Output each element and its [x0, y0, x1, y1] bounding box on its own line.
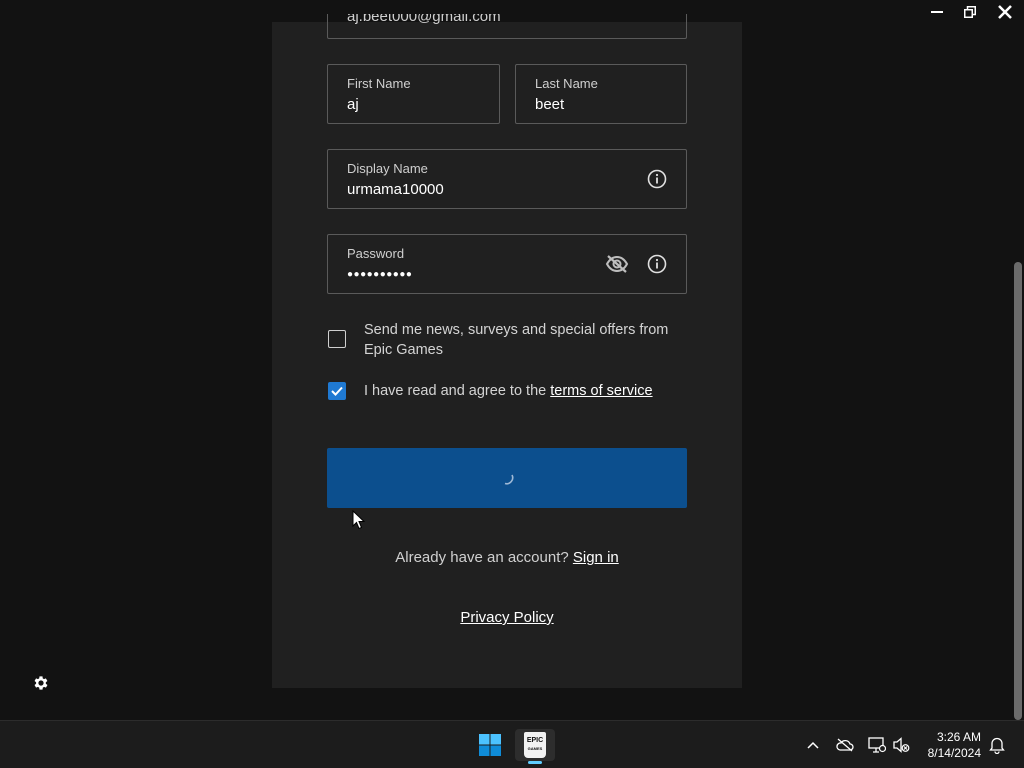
start-button[interactable]	[474, 729, 506, 761]
spinner-icon	[504, 474, 514, 485]
display-name-value: urmama10000	[347, 181, 444, 198]
volume-tray[interactable]	[891, 735, 911, 755]
email-value: aj.beet000@gmail.com	[347, 14, 501, 25]
info-icon	[647, 169, 667, 189]
restore-icon	[963, 6, 976, 18]
password-info-button[interactable]	[645, 252, 669, 276]
epic-games-icon: EPIC GAMES	[524, 732, 546, 758]
terms-row: I have read and agree to the terms of se…	[328, 381, 704, 401]
scrollbar-thumb[interactable]	[1014, 262, 1022, 720]
display-name-field[interactable]: Display Name urmama10000	[327, 149, 687, 209]
taskbar-epic-games[interactable]: EPIC GAMES	[515, 729, 555, 761]
privacy-policy-row: Privacy Policy	[272, 609, 742, 626]
last-name-value: beet	[535, 96, 565, 113]
checkmark-icon	[331, 386, 343, 396]
windows-start-icon	[479, 734, 501, 756]
news-opt-in-row: Send me news, surveys and special offers…	[328, 320, 674, 360]
terms-label: I have read and agree to the terms of se…	[364, 381, 704, 401]
signup-panel: aj.beet000@gmail.com First Name aj Last …	[272, 14, 742, 688]
epic-label-bottom: GAMES	[527, 746, 543, 751]
window-controls	[920, 0, 1024, 24]
epic-label-top: EPIC	[526, 737, 544, 744]
display-name-info-button[interactable]	[645, 167, 669, 191]
restore-button[interactable]	[953, 0, 986, 24]
eye-off-icon	[605, 255, 629, 273]
close-button[interactable]	[986, 0, 1024, 24]
network-icon	[868, 737, 886, 753]
sign-in-link[interactable]: Sign in	[573, 549, 619, 566]
email-field[interactable]: aj.beet000@gmail.com	[327, 14, 687, 39]
password-value: ●●●●●●●●●●	[347, 269, 413, 280]
close-icon	[998, 5, 1012, 19]
first-name-value: aj	[347, 96, 359, 113]
display-name-label: Display Name	[347, 161, 428, 176]
notification-button[interactable]	[987, 735, 1007, 755]
volume-muted-icon	[893, 737, 910, 753]
privacy-policy-link[interactable]: Privacy Policy	[460, 609, 553, 626]
news-opt-in-checkbox[interactable]	[328, 330, 346, 348]
network-tray[interactable]	[867, 735, 887, 755]
chevron-up-icon	[807, 741, 819, 749]
password-label: Password	[347, 246, 405, 261]
terms-text: I have read and agree to the	[364, 383, 551, 399]
taskbar-clock[interactable]: 3:26 AM 8/14/2024	[928, 729, 981, 761]
first-name-label: First Name	[347, 76, 411, 91]
terms-of-service-link[interactable]: terms of service	[550, 383, 652, 399]
show-hidden-icons-button[interactable]	[803, 735, 823, 755]
info-icon	[647, 254, 667, 274]
notification-bell-icon	[989, 737, 1005, 754]
gear-icon[interactable]	[32, 674, 50, 692]
active-app-indicator	[528, 761, 542, 764]
minimize-icon	[930, 11, 943, 13]
minimize-button[interactable]	[920, 0, 953, 24]
last-name-label: Last Name	[535, 76, 598, 91]
last-name-field[interactable]: Last Name beet	[515, 64, 687, 124]
toggle-password-visibility-button[interactable]	[605, 252, 629, 276]
first-name-field[interactable]: First Name aj	[327, 64, 500, 124]
onedrive-tray[interactable]	[835, 735, 855, 755]
terms-checkbox[interactable]	[328, 382, 346, 400]
news-opt-in-label: Send me news, surveys and special offers…	[364, 322, 669, 358]
sign-in-prompt: Already have an account? Sign in	[272, 549, 742, 566]
clock-time: 3:26 AM	[936, 730, 981, 744]
continue-button[interactable]	[327, 448, 687, 508]
onedrive-icon	[836, 738, 854, 752]
already-account-text: Already have an account?	[395, 549, 573, 566]
password-field[interactable]: Password ●●●●●●●●●●	[327, 234, 687, 294]
clock-date: 8/14/2024	[927, 746, 981, 760]
mouse-cursor	[352, 510, 366, 530]
taskbar: EPIC GAMES 3:26 AM 8/14/2024	[0, 720, 1024, 768]
